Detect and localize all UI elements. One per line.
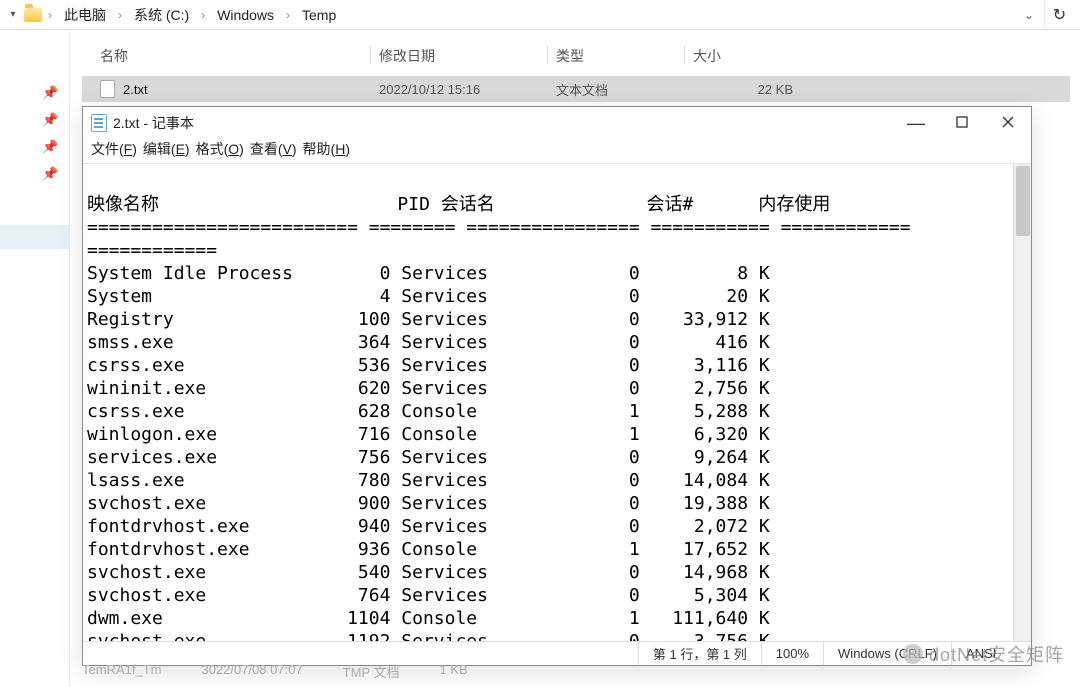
explorer-address-bar[interactable]: ▾ › 此电脑 › 系统 (C:) › Windows › Temp ⌄ ↻ [0,0,1080,30]
file-name: 2.txt [123,82,148,97]
chevron-right-icon[interactable]: › [116,8,124,22]
maximize-button[interactable] [939,107,985,139]
quick-access-gutter: 📌 📌 📌 📌 [0,30,70,687]
status-zoom: 100% [761,642,823,665]
menu-help[interactable]: 帮助(H) [303,139,350,159]
text-file-icon [100,80,115,98]
menu-file[interactable]: 文件(F) [91,139,137,159]
notepad-titlebar[interactable]: 2.txt - 记事本 — [83,107,1031,139]
breadcrumb-drive-c[interactable]: 系统 (C:) [128,3,195,27]
pin-icon: 📌 [42,112,58,128]
col-header-date[interactable]: 修改日期 [379,46,539,66]
file-type: 文本文档 [556,80,676,99]
status-position: 第 1 行，第 1 列 [638,642,761,665]
folder-icon [24,8,42,22]
menu-format[interactable]: 格式(O) [196,139,244,159]
col-header-size[interactable]: 大小 [693,46,793,66]
nav-selection-highlight [0,225,70,249]
menu-view[interactable]: 查看(V) [250,139,297,159]
file-date: 2022/10/12 15:16 [379,82,539,97]
pin-icon: 📌 [42,85,58,101]
pin-icon: 📌 [42,166,58,182]
col-header-type[interactable]: 类型 [556,46,676,66]
history-dropdown-icon[interactable]: ▾ [6,9,20,20]
notepad-window: 2.txt - 记事本 — 文件(F) 编辑(E) 格式(O) 查看(V) 帮助… [82,106,1032,666]
refresh-button[interactable]: ↻ [1044,0,1074,29]
menu-edit[interactable]: 编辑(E) [143,139,190,159]
minimize-button[interactable]: — [893,107,939,139]
file-row[interactable]: 2.txt 2022/10/12 15:16 文本文档 22 KB [82,76,1070,102]
file-size: 22 KB [693,82,793,97]
chevron-right-icon[interactable]: › [284,8,292,22]
status-encoding: ANSI [951,642,1031,665]
scrollbar-thumb[interactable] [1016,166,1030,236]
file-listing: 名称 修改日期 类型 大小 2.txt 2022/10/12 15:16 文本文… [82,40,1070,102]
close-button[interactable] [985,107,1031,139]
column-headers[interactable]: 名称 修改日期 类型 大小 [82,40,1070,76]
pin-icon: 📌 [42,139,58,155]
chevron-right-icon[interactable]: › [46,8,54,22]
notepad-text-area[interactable]: 映像名称 PID 会话名 会话# 内存使用 ==================… [83,164,1013,641]
notepad-title: 2.txt - 记事本 [113,113,194,133]
breadcrumb-temp[interactable]: Temp [296,5,342,25]
address-dropdown-icon[interactable]: ⌄ [1018,8,1040,22]
breadcrumb-this-pc[interactable]: 此电脑 [58,3,112,27]
col-header-name[interactable]: 名称 [82,46,362,66]
notepad-icon [91,114,107,132]
file-row-hidden: TemRA1f_Tm 3022/07/08 07:07 TMP 文档 1 KB [82,662,468,681]
chevron-right-icon[interactable]: › [199,8,207,22]
notepad-menu: 文件(F) 编辑(E) 格式(O) 查看(V) 帮助(H) [83,139,1031,163]
breadcrumb-windows[interactable]: Windows [211,5,280,25]
vertical-scrollbar[interactable] [1013,164,1031,641]
status-eol: Windows (CRLF) [823,642,951,665]
